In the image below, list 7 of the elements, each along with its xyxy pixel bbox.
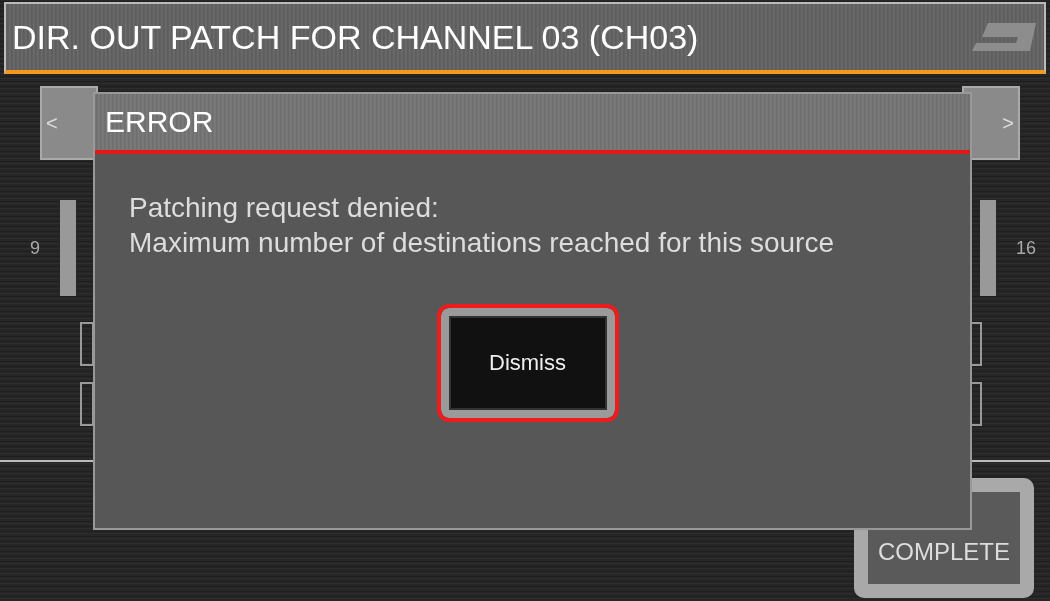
channel-number: 16 [1015, 237, 1036, 259]
error-message: Patching request denied: Maximum number of destinations reached for this source [129, 191, 835, 260]
dialog-title: ERROR [105, 105, 214, 139]
window-title: DIR. OUT PATCH FOR CHANNEL 03 (CH03) [12, 17, 699, 57]
dismiss-button[interactable]: Dismiss [436, 304, 619, 422]
previous-button[interactable]: < [40, 86, 98, 160]
channel-number: 9 [30, 237, 40, 259]
